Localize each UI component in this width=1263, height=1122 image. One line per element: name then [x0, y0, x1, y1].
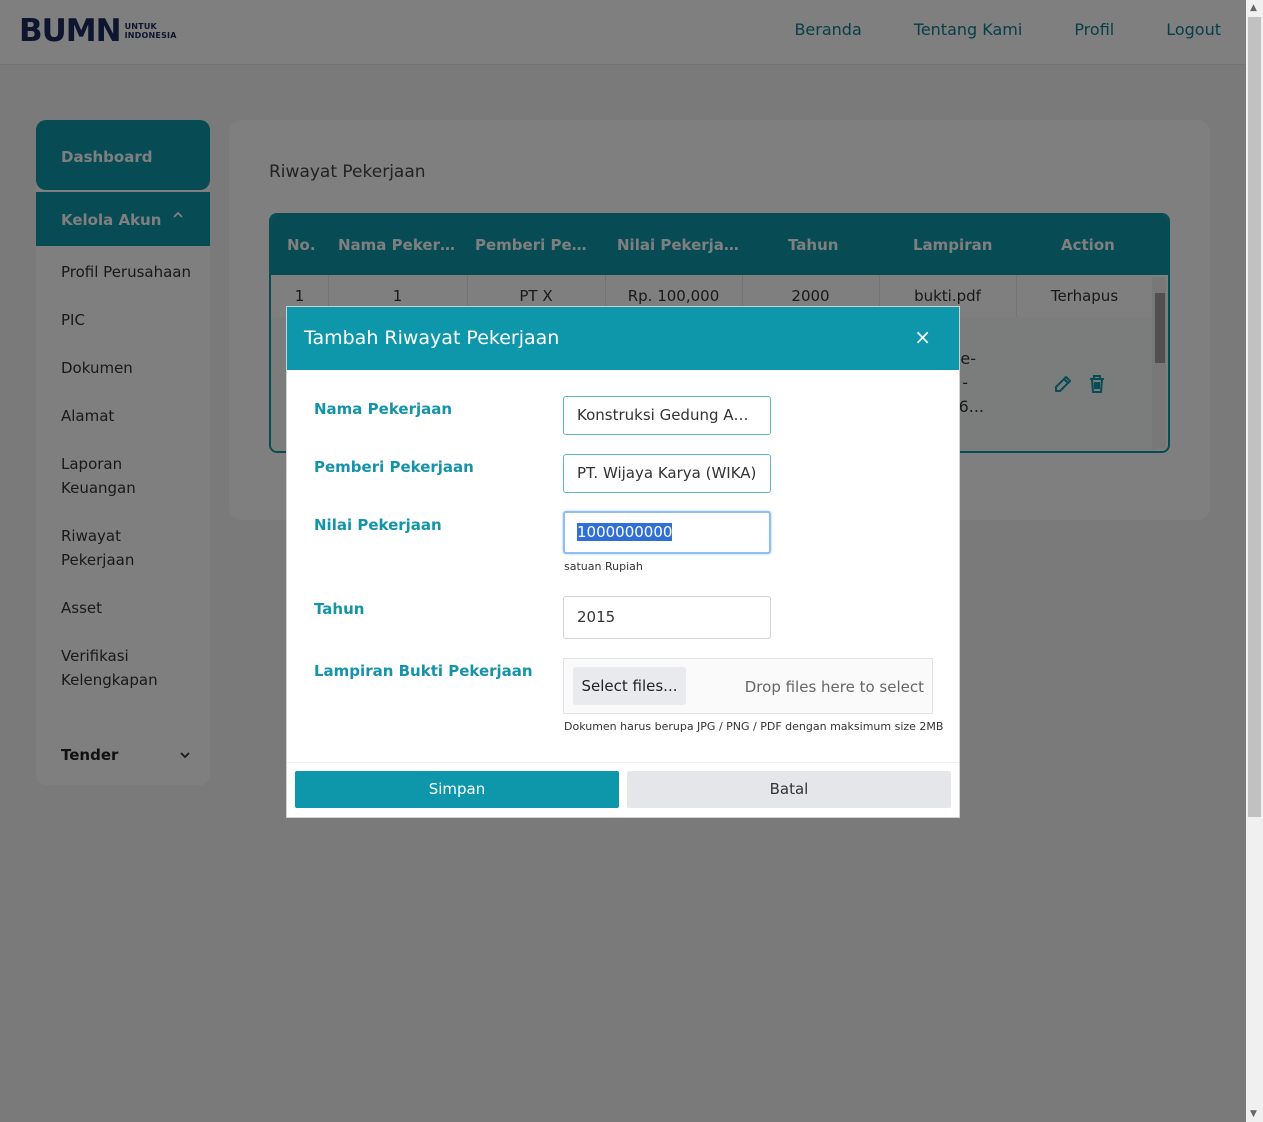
- window-scrollbar[interactable]: ▲ ▼: [1246, 0, 1263, 1122]
- close-icon[interactable]: ×: [914, 325, 931, 349]
- nilai-pekerjaan-input[interactable]: 1000000000: [563, 511, 771, 554]
- pemberi-pekerjaan-label: Pemberi Pekerjaan: [314, 458, 474, 476]
- file-dropzone[interactable]: Select files... Drop files here to selec…: [563, 658, 933, 714]
- tahun-label: Tahun: [314, 600, 365, 618]
- pemberi-pekerjaan-input[interactable]: PT. Wijaya Karya (WIKA): [563, 454, 771, 493]
- select-files-button[interactable]: Select files...: [573, 667, 686, 705]
- modal-header: Tambah Riwayat Pekerjaan ×: [287, 307, 959, 370]
- nama-pekerjaan-label: Nama Pekerjaan: [314, 400, 453, 418]
- modal-title: Tambah Riwayat Pekerjaan: [304, 327, 560, 349]
- scroll-up-icon[interactable]: ▲: [1250, 3, 1257, 13]
- drop-files-text: Drop files here to select: [744, 678, 924, 696]
- nilai-pekerjaan-hint: satuan Rupiah: [564, 560, 643, 573]
- lampiran-hint: Dokumen harus berupa JPG / PNG / PDF den…: [564, 720, 944, 733]
- scroll-down-icon[interactable]: ▼: [1250, 1109, 1257, 1119]
- simpan-button[interactable]: Simpan: [295, 771, 619, 808]
- lampiran-label: Lampiran Bukti Pekerjaan: [314, 662, 533, 680]
- batal-button[interactable]: Batal: [627, 771, 951, 808]
- nilai-pekerjaan-label: Nilai Pekerjaan: [314, 516, 442, 534]
- scrollbar-thumb[interactable]: [1248, 17, 1261, 817]
- tambah-riwayat-modal: Tambah Riwayat Pekerjaan × Nama Pekerjaa…: [286, 306, 960, 818]
- modal-footer-divider: [287, 762, 959, 763]
- nilai-pekerjaan-value: 1000000000: [577, 523, 673, 541]
- nama-pekerjaan-input[interactable]: Konstruksi Gedung Apa...: [563, 396, 771, 435]
- tahun-input[interactable]: 2015: [563, 596, 771, 639]
